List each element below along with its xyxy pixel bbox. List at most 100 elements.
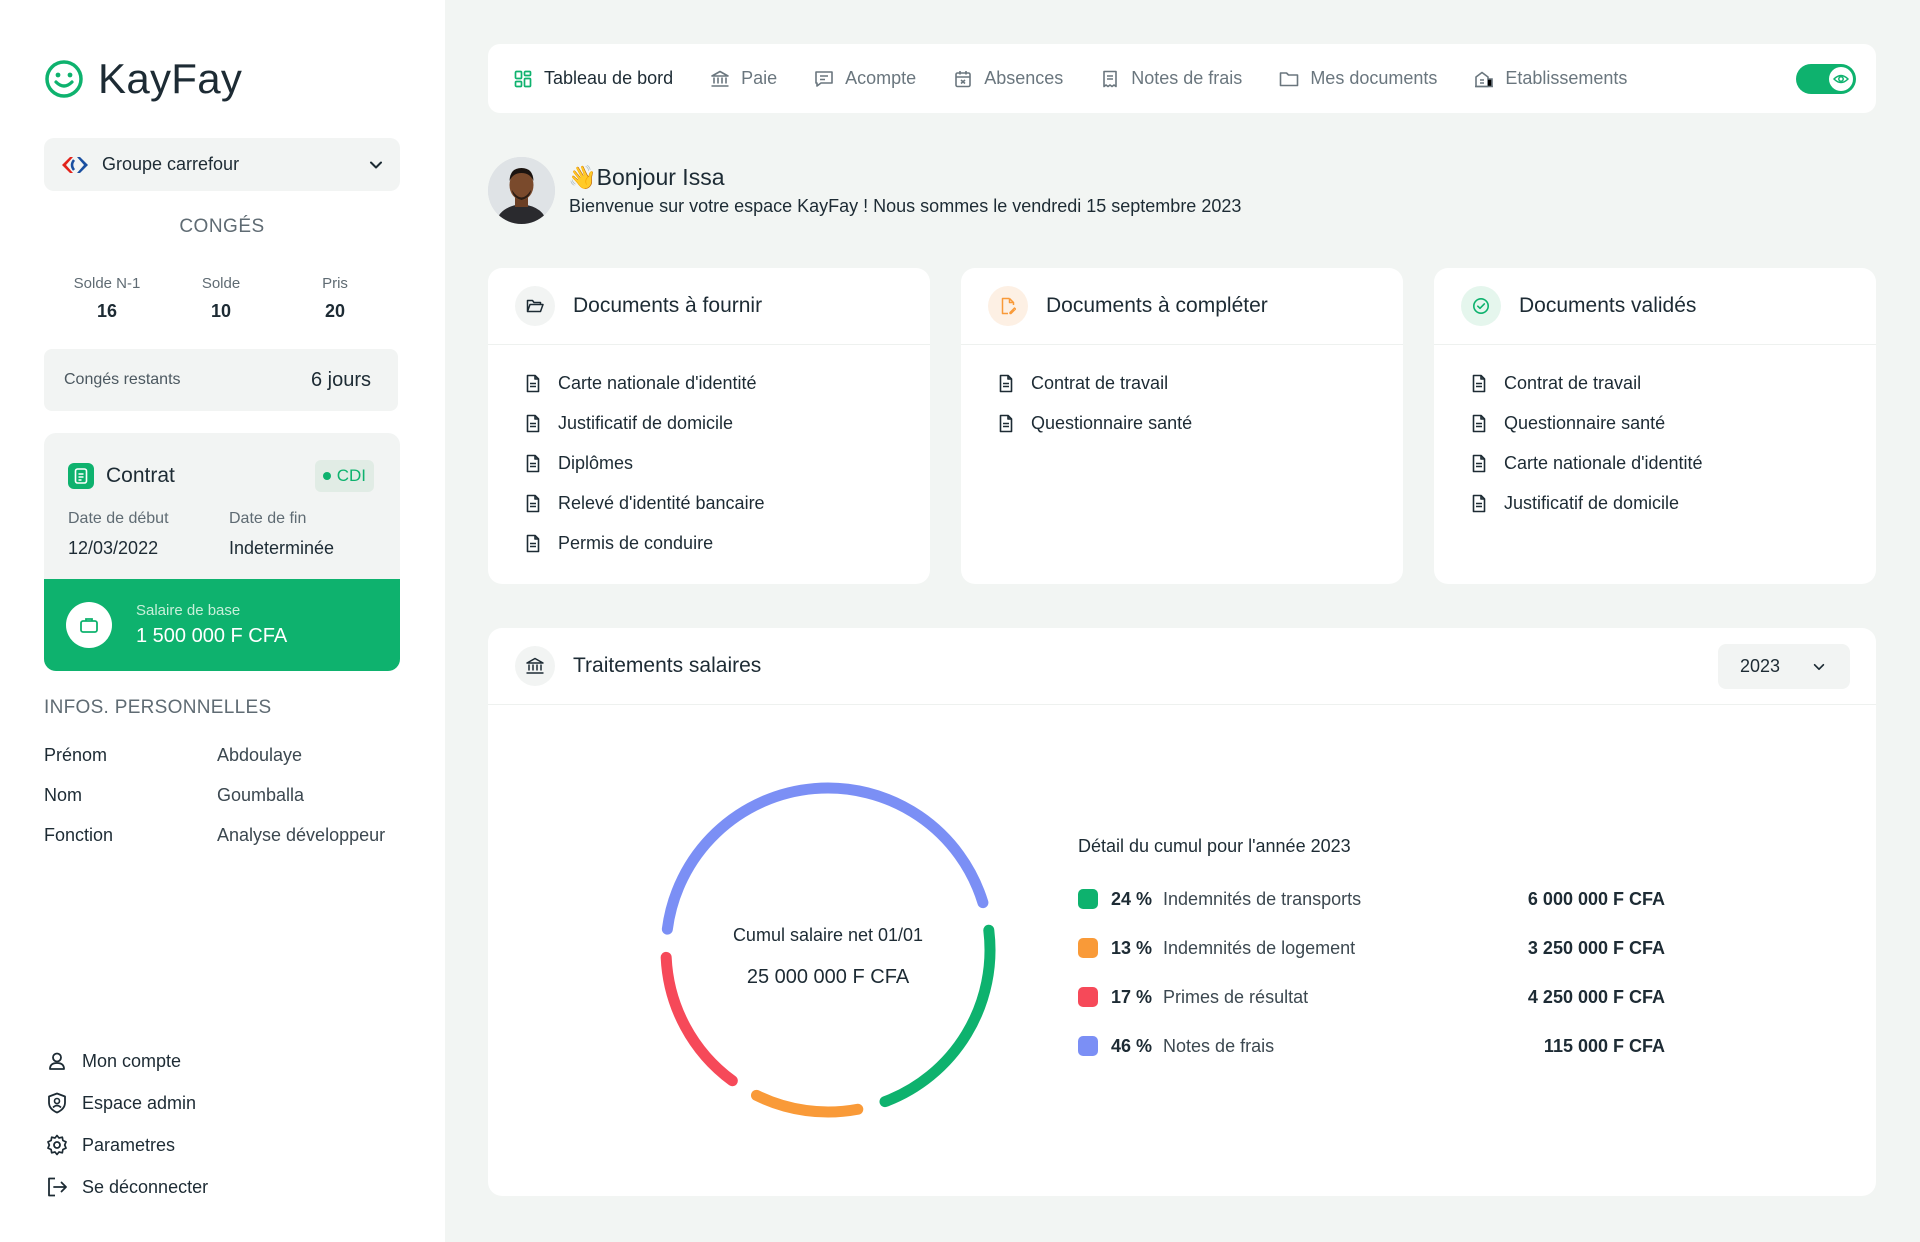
document-label: Permis de conduire: [558, 532, 714, 553]
legend-row: 24 % Indemnités de transports 6 000 000 F …: [1078, 884, 1688, 914]
tab-label: Tableau de bord: [544, 68, 674, 88]
document-label: Justificatif de domicile: [558, 412, 734, 433]
info-row-nom: Nom Goumballa: [44, 785, 304, 806]
info-value: Abdoulaye: [217, 745, 303, 765]
legend-row: 46 % Notes de frais 115 000 F CFA: [1078, 1031, 1688, 1061]
menu-item-parametres[interactable]: Parametres: [44, 1124, 208, 1166]
start-value: 12/03/2022: [68, 538, 159, 558]
legend-amount: 4 250 000 F CFA: [1527, 986, 1665, 1007]
logout-icon: [44, 1174, 70, 1200]
legend-swatch: [1078, 938, 1098, 958]
document-item[interactable]: Questionnaire santé: [998, 403, 1403, 443]
info-value: Analyse développeur: [217, 825, 386, 845]
year-select[interactable]: 2023: [1718, 644, 1850, 689]
document-item[interactable]: Contrat de travail: [998, 363, 1403, 403]
legend-row: 17 % Primes de résultat 4 250 000 F CFA: [1078, 982, 1688, 1012]
legend-amount: 3 250 000 F CFA: [1527, 937, 1665, 958]
tab-label: Absences: [984, 68, 1064, 88]
panel-title: Traitements salaires: [573, 654, 762, 677]
building-icon: [1473, 68, 1495, 90]
stat-value: 20: [324, 301, 346, 321]
folder-icon: [1278, 68, 1300, 90]
conges-title: CONGÉS: [179, 216, 265, 237]
menu-item-deconnecter[interactable]: Se déconnecter: [44, 1166, 208, 1208]
brand-logo[interactable]: KayFay: [44, 55, 242, 103]
eye-icon: [1829, 67, 1853, 91]
card-documents-a-fournir: Documents à fournir Carte nationale d'id…: [488, 268, 930, 584]
year-value: 2023: [1740, 656, 1781, 676]
tab-tableau-de-bord[interactable]: Tableau de bord: [512, 68, 673, 90]
document-label: Justificatif de domicile: [1504, 492, 1680, 513]
stat-label: Solde: [201, 275, 241, 292]
legend-row: 13 % Indemnités de logement 3 250 000 F CF…: [1078, 933, 1688, 963]
legend-amount: 6 000 000 F CFA: [1527, 888, 1665, 909]
check-circle-icon: [1461, 286, 1501, 326]
badge-label: CDI: [336, 466, 366, 485]
tab-absences[interactable]: Absences: [952, 68, 1063, 90]
status-dot: [322, 472, 331, 480]
donut-value: 25 000 000 F CFA: [746, 966, 910, 988]
document-icon: [1472, 374, 1486, 392]
message-icon: [813, 68, 835, 90]
donut-label: Cumul salaire net 01/01: [732, 925, 924, 945]
document-item[interactable]: Contrat de travail: [1471, 363, 1876, 403]
tab-acompte[interactable]: Acompte: [813, 68, 916, 90]
tab-paie[interactable]: Paie: [709, 68, 777, 90]
visibility-toggle[interactable]: [1796, 64, 1856, 94]
legend-percent: 17 %: [1111, 986, 1153, 1007]
tab-label: Paie: [741, 68, 778, 88]
bank-icon: [515, 646, 555, 686]
info-key: Prénom: [44, 745, 108, 765]
document-icon: [1472, 454, 1486, 472]
document-icon: [68, 463, 94, 489]
stat-value: 10: [210, 301, 232, 321]
legend-name: Indemnités de transports: [1163, 888, 1362, 909]
document-icon: [526, 374, 540, 392]
tab-label: Notes de frais: [1131, 68, 1243, 88]
stat-value: 16: [96, 301, 118, 321]
company-name: Groupe carrefour: [102, 154, 240, 174]
document-item[interactable]: Diplômes: [525, 443, 930, 483]
document-label: Contrat de travail: [1031, 372, 1169, 393]
avatar[interactable]: [488, 157, 555, 224]
document-item[interactable]: Justificatif de domicile: [1471, 483, 1876, 523]
legend-name: Notes de frais: [1163, 1035, 1275, 1056]
document-label: Carte nationale d'identité: [1504, 452, 1703, 473]
legend-percent: 46 %: [1111, 1035, 1153, 1056]
legend-title: Détail du cumul pour l'année 2023: [1078, 836, 1351, 856]
infos-title: INFOS. PERSONNELLES: [44, 697, 272, 718]
document-list: Contrat de travail Questionnaire santé Car…: [1434, 345, 1876, 523]
conges-solde: Solde 10: [176, 275, 266, 322]
document-label: Contrat de travail: [1504, 372, 1642, 393]
brand-name: KayFay: [98, 55, 243, 102]
chevron-down-icon: [1813, 663, 1825, 670]
tab-label: Acompte: [845, 68, 917, 88]
calendar-icon: [952, 68, 974, 90]
tab-label: Mes documents: [1310, 68, 1438, 88]
card-documents-valides: Documents validés Contrat de travail Ques…: [1434, 268, 1876, 584]
wave-emoji: 👋: [568, 164, 597, 190]
document-item[interactable]: Carte nationale d'identité: [1471, 443, 1876, 483]
gear-icon: [44, 1132, 70, 1158]
tab-etablissements[interactable]: Etablissements: [1473, 68, 1627, 90]
tab-mes-documents[interactable]: Mes documents: [1278, 68, 1437, 90]
menu-item-mon-compte[interactable]: Mon compte: [44, 1040, 208, 1082]
document-label: Diplômes: [558, 452, 634, 473]
document-item[interactable]: Carte nationale d'identité: [525, 363, 930, 403]
menu-item-espace-admin[interactable]: Espace admin: [44, 1082, 208, 1124]
company-select[interactable]: Groupe carrefour: [44, 138, 400, 191]
document-icon: [526, 494, 540, 512]
contract-end: Date de fin Indeterminée: [229, 510, 390, 559]
document-item[interactable]: Permis de conduire: [525, 523, 930, 563]
document-item[interactable]: Questionnaire santé: [1471, 403, 1876, 443]
card-title: Documents à compléter: [1046, 294, 1268, 317]
salary-value: 1 500 000 F CFA: [136, 625, 288, 647]
document-item[interactable]: Justificatif de domicile: [525, 403, 930, 443]
end-value: Indeterminée: [229, 538, 335, 558]
smiley-logo-icon: [45, 60, 83, 98]
document-item[interactable]: Relevé d'identité bancaire: [525, 483, 930, 523]
tab-notes-de-frais[interactable]: Notes de frais: [1099, 68, 1242, 90]
donut-segment: [661, 782, 989, 935]
end-label: Date de fin: [229, 510, 307, 527]
shield-user-icon: [44, 1090, 70, 1116]
